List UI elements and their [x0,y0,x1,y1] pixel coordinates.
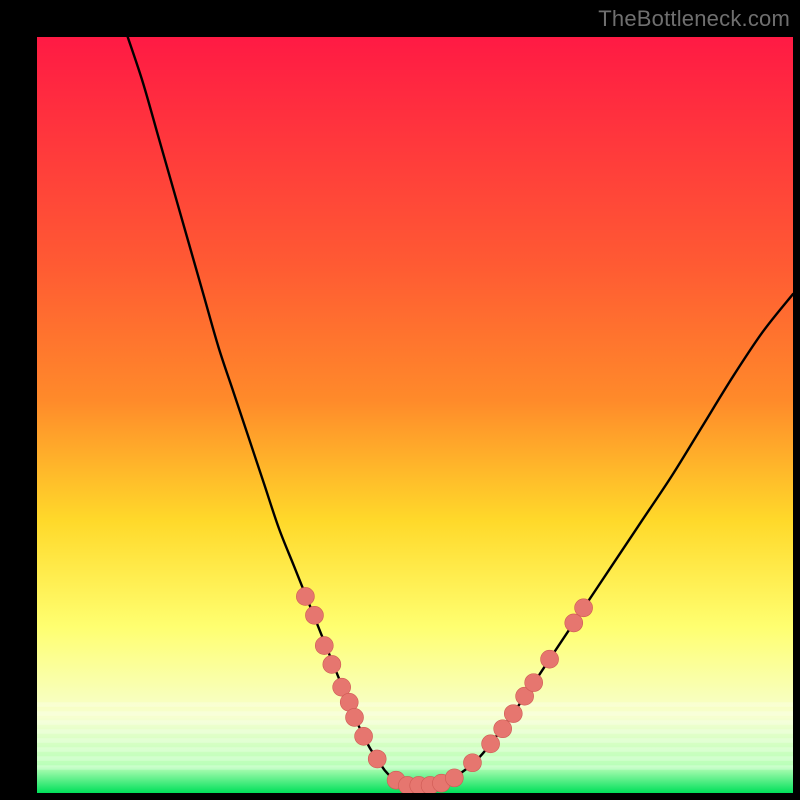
band [37,729,793,734]
outer-frame: TheBottleneck.com [0,0,800,800]
data-marker [323,655,341,673]
data-marker [565,614,583,632]
data-marker [494,720,512,738]
band [37,720,793,725]
data-marker [525,674,543,692]
band [37,765,793,770]
bottleneck-chart [37,37,793,793]
band [37,738,793,743]
data-marker [368,750,386,768]
band [37,711,793,716]
band [37,756,793,761]
data-marker [296,587,314,605]
band [37,702,793,707]
band [37,747,793,752]
data-marker [305,606,323,624]
data-marker [504,705,522,723]
gradient-bg [37,37,793,793]
data-marker [355,727,373,745]
data-marker [575,599,593,617]
data-marker [541,650,559,668]
watermark-text: TheBottleneck.com [598,6,790,32]
data-marker [315,637,333,655]
data-marker [463,754,481,772]
plot-area [37,37,793,793]
data-marker [346,708,364,726]
data-marker [482,735,500,753]
data-marker [445,769,463,787]
